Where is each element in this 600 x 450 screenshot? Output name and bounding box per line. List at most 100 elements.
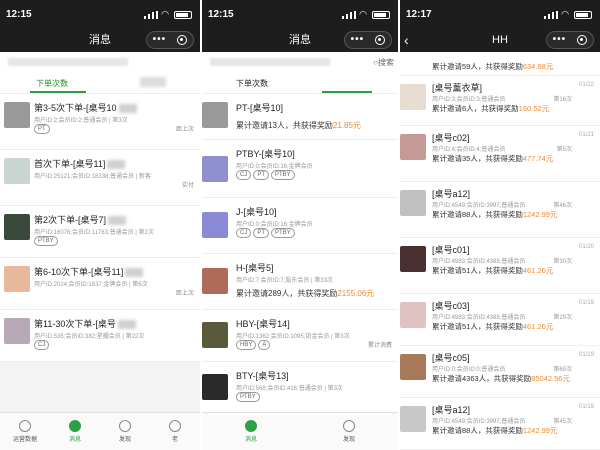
invite-text: 累计邀请51人，共获得奖励	[432, 266, 523, 275]
avatar	[400, 84, 426, 110]
mini-program-capsule[interactable]: •••	[146, 31, 194, 49]
avatar	[202, 268, 228, 294]
item-title: 第2次下单-[桌号7]	[34, 213, 127, 226]
list-item[interactable]: 第6-10次下单-[桌号11] 用户ID:2024;会员ID:1637;金牌会员…	[0, 258, 200, 310]
tab-messages[interactable]: 消息	[231, 420, 271, 443]
invite-text: 累计邀请88人，共获得奖励	[432, 426, 523, 435]
list-item[interactable]: [桌号薰衣草] 用户ID:3;会员ID:3;普通会员 第16次 01/22 累计…	[400, 76, 600, 126]
invite-text: 累计邀请6人，共获得奖励	[432, 104, 519, 113]
close-target-icon[interactable]	[375, 35, 386, 45]
status-time: 12:17	[406, 9, 432, 20]
item-subtitle: 用户ID:4549;会员ID:3997;普通会员	[432, 419, 526, 425]
invite-summary: 累计邀请51人，共获得奖励461.26元	[432, 321, 553, 332]
filter-tabs: 下单次数	[202, 72, 398, 94]
list-item[interactable]: [桌号c05] 用户ID:0;会员ID:0;普通会员 第69次 01/19 累计…	[400, 346, 600, 398]
redacted-area	[8, 58, 128, 66]
more-icon[interactable]: •••	[351, 35, 365, 45]
wifi-icon: ◠	[161, 9, 170, 20]
tag: PTBY	[271, 228, 295, 238]
item-title: J-[桌号10]	[236, 207, 277, 217]
list-item[interactable]: 累计邀请59人，共获得奖励634.68元	[400, 52, 600, 76]
invite-text: 累计邀请13人，共获得奖励	[236, 121, 333, 130]
tab-order-count[interactable]: 下单次数	[36, 78, 68, 89]
item-title: [桌号a12]	[432, 405, 471, 415]
invite-summary: 累计邀请289人，共获得奖励2155.06元	[236, 288, 374, 299]
list-item[interactable]: HBY-[桌号14] 用户ID:1362;会员ID:1095;铂金会员 | 第3…	[202, 310, 398, 362]
phone-panel-1: 12:15 ◠ 消息 ••• 下单次数 第3-5次下单-[桌号10 用户ID:2…	[0, 0, 200, 450]
item-subtitle: 用户ID:0;会员ID:0;普通会员	[432, 367, 506, 373]
close-target-icon[interactable]	[177, 35, 188, 45]
battery-icon	[372, 10, 390, 19]
list-item[interactable]: 第3-5次下单-[桌号10 用户ID:2;会员ID:2;普通会员 | 第3次 P…	[0, 94, 200, 150]
invite-summary: 累计邀请51人，共获得奖励461.26元	[432, 265, 553, 276]
tab-discover[interactable]: 发现	[329, 420, 369, 443]
tab-order-count[interactable]: 下单次数	[236, 78, 268, 89]
tag: PTBY	[236, 392, 260, 402]
more-icon[interactable]: •••	[553, 35, 567, 45]
status-icons: ◠	[144, 9, 192, 20]
tab-underline	[30, 91, 86, 93]
item-subtitle: 用户ID:4983;会员ID:4388;普通会员	[432, 259, 526, 265]
back-icon[interactable]: ‹	[404, 28, 409, 52]
phone-panel-2: 12:15 ◠ 消息 ••• ○搜索 下单次数 PT-[桌号10] 累计邀请13…	[202, 0, 398, 450]
order-count: 第29次	[553, 315, 572, 321]
status-time: 12:15	[6, 9, 32, 20]
tab-label: 发现	[118, 437, 131, 443]
tab-ops-data[interactable]: 运营数据	[5, 420, 45, 443]
avatar	[4, 214, 30, 240]
item-title: [桌号c05]	[432, 353, 470, 363]
item-subtitle: 用户ID:0;会员ID:16;金牌会员	[236, 222, 313, 228]
mini-program-capsule[interactable]: •••	[344, 31, 392, 49]
avatar	[400, 354, 426, 380]
nav-bar: ‹ HH •••	[400, 28, 600, 52]
item-meta: 累计消费	[367, 343, 392, 349]
list-item[interactable]: J-[桌号10] 用户ID:0;会员ID:16;金牌会员 CJ PT PTBY	[202, 198, 398, 254]
chart-icon	[19, 420, 31, 432]
tag: CJ	[236, 170, 252, 180]
list-item[interactable]: 首次下单-[桌号11] 用户ID:25121;会员ID:18338;普通会员 |…	[0, 150, 200, 206]
list-item[interactable]: PTBY-[桌号10] 用户ID:0;会员ID:16;金牌会员 CJ PT PTBY	[202, 140, 398, 198]
list-item[interactable]: [桌号c01] 用户ID:4983;会员ID:4388;普通会员 第30次 01…	[400, 238, 600, 294]
tag: PT	[34, 124, 50, 134]
tag: HBY	[236, 340, 257, 350]
reward-amount: 1242.99元	[522, 426, 558, 435]
invite-text: 累计邀请35人，共获得奖励	[432, 154, 523, 163]
item-subtitle: 用户ID:4549;会员ID:3997;普通会员	[432, 203, 526, 209]
mini-program-capsule[interactable]: •••	[546, 31, 594, 49]
more-icon[interactable]: •••	[153, 35, 167, 45]
tab-more[interactable]: 老	[155, 420, 195, 443]
item-title-text: 第3-5次下单-[桌号10	[34, 103, 117, 113]
list-item[interactable]: [桌号c02] 用户ID:4;会员ID:4;普通会员 第5次 01/21 累计邀…	[400, 126, 600, 182]
list-item[interactable]: [桌号a12] 用户ID:4549;会员ID:3997;普通会员 第46次 累计…	[400, 182, 600, 238]
item-subtitle: 用户ID:0;会员ID:16;金牌会员	[236, 164, 313, 170]
item-subtitle: 用户ID:4983;会员ID:4388;普通会员	[432, 315, 526, 321]
close-target-icon[interactable]	[577, 35, 588, 45]
tab-label: 老	[171, 437, 178, 443]
tab-messages[interactable]: 消息	[55, 420, 95, 443]
status-icons: ◠	[544, 9, 592, 20]
avatar	[400, 406, 426, 432]
tab-discover[interactable]: 发现	[105, 420, 145, 443]
battery-icon	[174, 10, 192, 19]
redacted-text	[108, 216, 127, 226]
message-icon	[245, 420, 257, 432]
nav-bar: 消息 •••	[202, 28, 398, 52]
compass-icon	[119, 420, 131, 432]
signal-icon	[544, 10, 559, 19]
list-item[interactable]: PT-[桌号10] 累计邀请13人，共获得奖励21.85元	[202, 94, 398, 140]
item-meta: 距上次	[175, 127, 194, 133]
tab-label: 发现	[342, 437, 355, 443]
status-bar: 12:15 ◠	[0, 0, 200, 28]
search-button[interactable]: ○搜索	[373, 57, 394, 68]
list-item[interactable]: 第11-30次下单-[桌号 用户ID:535;会员ID:382;星耀会员 | 第…	[0, 310, 200, 362]
tag: PT	[253, 170, 270, 180]
avatar	[400, 302, 426, 328]
list-item[interactable]: [桌号a12] 用户ID:4549;会员ID:3997;普通会员 第45次 01…	[400, 398, 600, 450]
search-label: 搜索	[378, 58, 394, 67]
list-item[interactable]: 第2次下单-[桌号7] 用户ID:16076;会员ID:11763;普通会员 |…	[0, 206, 200, 258]
avatar	[202, 212, 228, 238]
list-item[interactable]: [桌号c03] 用户ID:4983;会员ID:4388;普通会员 第29次 01…	[400, 294, 600, 346]
list-item[interactable]: H-[桌号5] 用户ID:7;会员ID:7;股东会员 | 第33次 累计邀请28…	[202, 254, 398, 310]
nav-bar: 消息 •••	[0, 28, 200, 52]
list-item[interactable]: BTY-[桌号13] 用户ID:568;会员ID:416;普通会员 | 第3次 …	[202, 362, 398, 414]
